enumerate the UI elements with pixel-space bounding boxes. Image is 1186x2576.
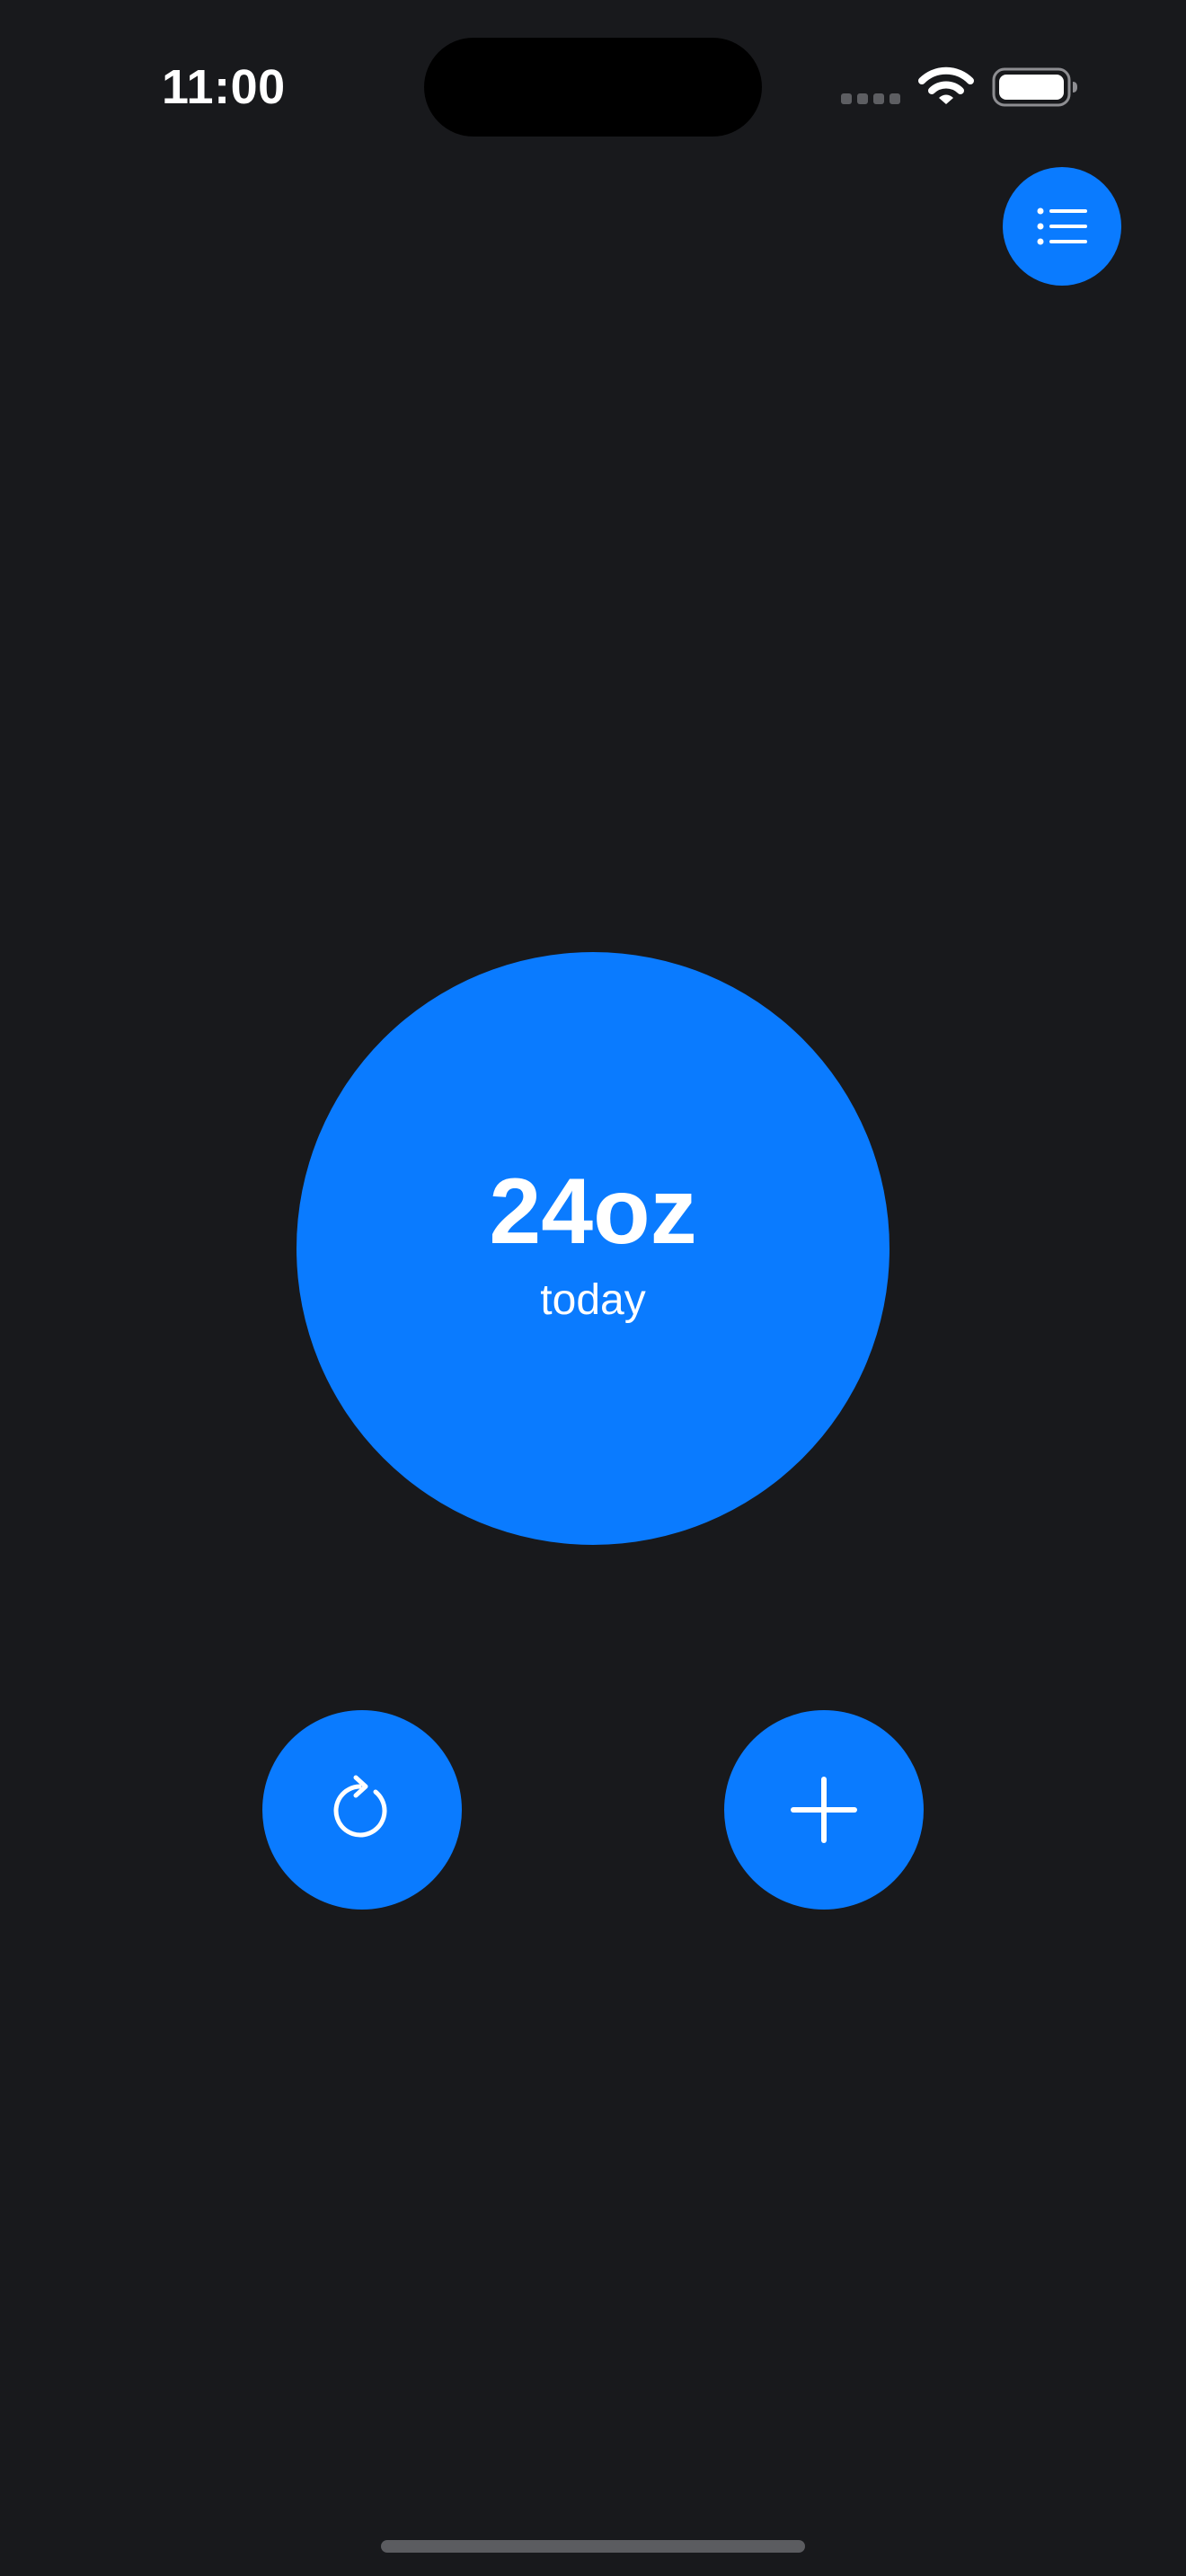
history-list-button[interactable] [1003,167,1121,286]
home-indicator[interactable] [381,2540,805,2553]
daily-total-label: today [540,1276,646,1324]
wifi-icon [918,66,974,104]
reset-icon [333,1775,387,1838]
status-time: 11:00 [162,60,286,114]
daily-total-amount: 24oz [489,1160,697,1264]
cellular-signal-icon [841,93,900,106]
battery-icon [992,67,1077,107]
add-water-button[interactable] [724,1710,924,1910]
plus-icon [791,1777,857,1843]
reset-button[interactable] [262,1710,462,1910]
daily-total-circle[interactable]: 24oz today [296,952,890,1545]
dynamic-island [424,38,762,137]
list-icon [1037,207,1087,245]
